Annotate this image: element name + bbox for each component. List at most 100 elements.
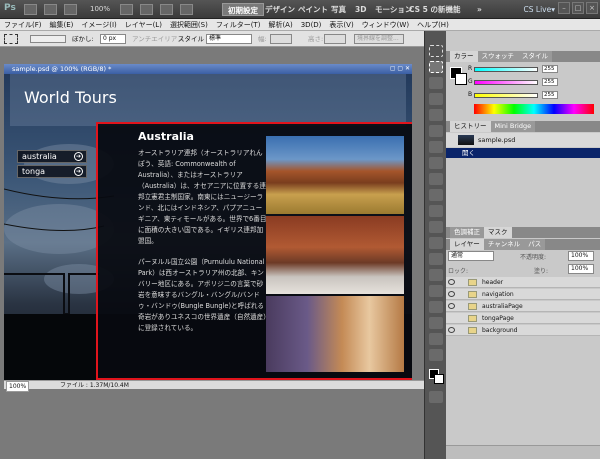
color-spectrum-bar[interactable]: [474, 104, 594, 114]
menu-help[interactable]: ヘルプ(H): [413, 19, 453, 31]
nav-tonga-label: tonga: [22, 167, 46, 176]
blend-mode-select[interactable]: 通常: [448, 251, 494, 261]
screen-mode-icon[interactable]: [180, 4, 193, 15]
minimize-button[interactable]: –: [558, 2, 570, 14]
hand-tool-icon[interactable]: [429, 349, 443, 361]
history-state-open[interactable]: 開く: [446, 148, 600, 158]
crop-tool-icon[interactable]: [429, 109, 443, 121]
r-value[interactable]: 255: [542, 65, 558, 73]
menu-layer[interactable]: レイヤー(L): [121, 19, 166, 31]
tab-styles[interactable]: スタイル: [518, 51, 552, 62]
status-zoom[interactable]: 100%: [6, 381, 30, 392]
b-slider[interactable]: [474, 93, 538, 98]
menu-file[interactable]: ファイル(F): [0, 19, 46, 31]
hand-tool-icon[interactable]: [120, 4, 133, 15]
menu-window[interactable]: ウィンドウ(W): [358, 19, 413, 31]
blur-tool-icon[interactable]: [429, 237, 443, 249]
height-input[interactable]: [324, 34, 346, 44]
3d-rotate-tool-icon[interactable]: [429, 333, 443, 345]
menu-3d[interactable]: 3D(D): [297, 19, 326, 31]
r-slider[interactable]: [474, 67, 538, 72]
canvas[interactable]: World Tours australia ➔ tonga ➔ Australi…: [4, 74, 412, 380]
refine-edge-button[interactable]: 境界線を調整...: [354, 34, 404, 44]
menu-select[interactable]: 選択範囲(S): [166, 19, 212, 31]
eyedropper-tool-icon[interactable]: [429, 125, 443, 137]
history-snapshot-row[interactable]: sample.psd: [446, 133, 600, 147]
feather-input[interactable]: 0 px: [100, 34, 126, 44]
maximize-button[interactable]: □: [572, 2, 584, 14]
nav-tonga[interactable]: tonga ➔: [17, 165, 87, 178]
layer-row[interactable]: tongaPage: [446, 313, 600, 324]
style-select[interactable]: 標準: [206, 34, 252, 44]
pen-tool-icon[interactable]: [429, 269, 443, 281]
tab-history[interactable]: ヒストリー: [450, 121, 491, 132]
menu-filter[interactable]: フィルター(T): [212, 19, 265, 31]
fill-input[interactable]: 100%: [568, 264, 594, 274]
quick-selection-tool-icon[interactable]: [429, 93, 443, 105]
close-button[interactable]: ×: [586, 2, 598, 14]
nav-australia[interactable]: australia ➔: [17, 150, 87, 163]
history-brush-tool-icon[interactable]: [429, 189, 443, 201]
bridge-icon[interactable]: [24, 4, 37, 15]
minibridge-icon[interactable]: [44, 4, 57, 15]
lasso-tool-icon[interactable]: [429, 77, 443, 89]
menu-analysis[interactable]: 解析(A): [264, 19, 296, 31]
opacity-input[interactable]: 100%: [568, 251, 594, 261]
tab-adjustments[interactable]: 色調補正: [450, 227, 484, 238]
color-background-swatch[interactable]: [455, 73, 467, 85]
layer-row[interactable]: navigation: [446, 289, 600, 300]
quick-mask-icon[interactable]: [429, 391, 443, 403]
options-bar: ぼかし: 0 px アンチエイリアス スタイル : 標準 幅: 高さ: 境界線を…: [0, 31, 425, 47]
visibility-eye-icon[interactable]: [448, 279, 455, 285]
antialias-checkbox[interactable]: アンチエイリアス: [132, 35, 184, 43]
arrange-documents-icon[interactable]: [160, 4, 173, 15]
eraser-tool-icon[interactable]: [429, 205, 443, 217]
brush-tool-icon[interactable]: [429, 157, 443, 169]
zoom-tool-icon[interactable]: [140, 4, 153, 15]
dodge-tool-icon[interactable]: [429, 253, 443, 265]
selection-mode-icons[interactable]: [30, 35, 66, 43]
layer-row[interactable]: header: [446, 277, 600, 288]
view-extras-icon[interactable]: [64, 4, 77, 15]
workspace-photo[interactable]: 写真: [326, 3, 351, 16]
tab-swatches[interactable]: スウォッチ: [477, 51, 518, 62]
width-label: 幅:: [258, 35, 267, 43]
cs-live-button[interactable]: CS Live▾: [524, 3, 555, 16]
type-tool-icon[interactable]: [429, 285, 443, 297]
document-window-controls[interactable]: ▢ ▢ ✕: [382, 65, 410, 73]
marquee-preset-icon[interactable]: [4, 34, 18, 44]
marquee-tool-icon[interactable]: [429, 61, 443, 73]
workspace-cs5-new[interactable]: CS 5 の新機能: [404, 3, 466, 16]
g-value[interactable]: 255: [542, 78, 558, 86]
menu-image[interactable]: イメージ(I): [77, 19, 120, 31]
layers-footer-buttons[interactable]: [446, 445, 600, 459]
workspace-3d[interactable]: 3D: [350, 3, 371, 16]
clone-stamp-tool-icon[interactable]: [429, 173, 443, 185]
layer-row[interactable]: background: [446, 325, 600, 336]
visibility-eye-icon[interactable]: [448, 291, 455, 297]
move-tool-icon[interactable]: [429, 45, 443, 57]
tab-layers[interactable]: レイヤー: [450, 239, 484, 250]
visibility-eye-icon[interactable]: [448, 303, 455, 309]
more-workspaces-button[interactable]: »: [472, 3, 487, 16]
tab-mini-bridge[interactable]: Mini Bridge: [490, 121, 536, 132]
tab-color[interactable]: カラー: [450, 51, 478, 62]
tab-paths[interactable]: パス: [524, 239, 546, 250]
g-slider[interactable]: [474, 80, 538, 85]
visibility-eye-icon[interactable]: [448, 327, 455, 333]
workspace-essentials[interactable]: 初期設定: [222, 3, 264, 16]
menu-view[interactable]: 表示(V): [325, 19, 357, 31]
zoom-level[interactable]: 100%: [90, 5, 110, 13]
healing-brush-tool-icon[interactable]: [429, 141, 443, 153]
width-input[interactable]: [270, 34, 292, 44]
b-value[interactable]: 255: [542, 91, 558, 99]
document-tab[interactable]: sample.psd @ 100% (RGB/8) *: [4, 64, 412, 74]
gradient-tool-icon[interactable]: [429, 221, 443, 233]
layer-row[interactable]: australiaPage: [446, 301, 600, 312]
tab-masks[interactable]: マスク: [484, 227, 512, 238]
menu-edit[interactable]: 編集(E): [46, 19, 78, 31]
tab-channels[interactable]: チャンネル: [483, 239, 525, 250]
shape-tool-icon[interactable]: [429, 317, 443, 329]
background-color-swatch[interactable]: [434, 374, 444, 384]
path-selection-tool-icon[interactable]: [429, 301, 443, 313]
